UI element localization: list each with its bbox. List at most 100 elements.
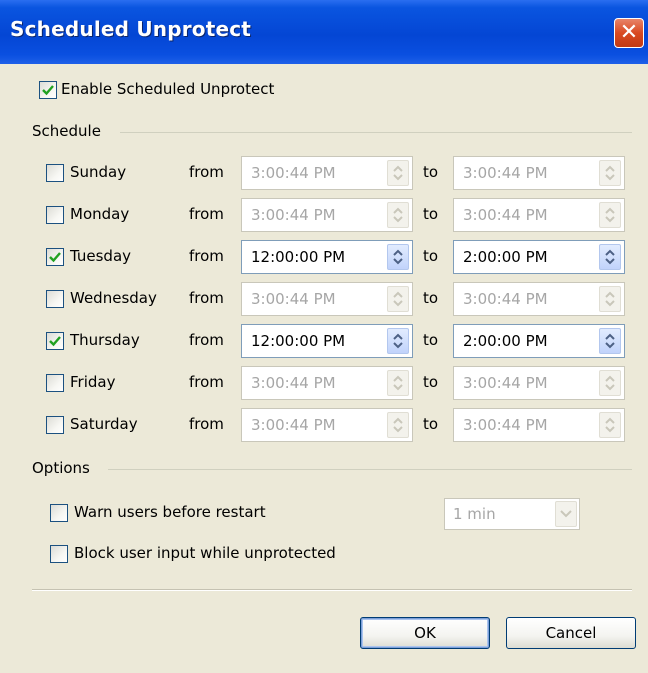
saturday-checkbox[interactable]	[46, 416, 64, 434]
warn-label[interactable]: Warn users before restart	[74, 503, 266, 521]
wednesday-from-value: 3:00:44 PM	[251, 290, 336, 308]
tuesday-label[interactable]: Tuesday	[70, 247, 131, 265]
friday-to-time[interactable]: 3:00:44 PM	[453, 366, 625, 400]
tuesday-to-value: 2:00:00 PM	[463, 248, 548, 266]
wednesday-to-value: 3:00:44 PM	[463, 290, 548, 308]
spin-arrows-icon	[605, 291, 615, 307]
tuesday-from-time[interactable]: 12:00:00 PM	[241, 240, 413, 274]
saturday-from-spinner[interactable]	[387, 412, 409, 438]
thursday-from-spinner[interactable]	[387, 328, 409, 354]
block-input-checkbox[interactable]	[50, 545, 68, 563]
thursday-label[interactable]: Thursday	[70, 331, 140, 349]
schedule-group-label: Schedule	[32, 122, 101, 140]
saturday-to-value: 3:00:44 PM	[463, 416, 548, 434]
title-bar[interactable]: Scheduled Unprotect ✕	[0, 0, 648, 64]
thursday-checkbox[interactable]	[46, 332, 64, 350]
monday-checkbox[interactable]	[46, 206, 64, 224]
friday-from-label: from	[189, 373, 224, 391]
tuesday-to-time[interactable]: 2:00:00 PM	[453, 240, 625, 274]
friday-to-value: 3:00:44 PM	[463, 374, 548, 392]
friday-from-value: 3:00:44 PM	[251, 374, 336, 392]
sunday-from-value: 3:00:44 PM	[251, 164, 336, 182]
spin-arrows-icon	[393, 207, 403, 223]
monday-to-label: to	[423, 205, 439, 223]
restart-delay-value: 1 min	[453, 505, 496, 523]
options-group-label: Options	[32, 459, 90, 477]
spin-arrows-icon	[605, 417, 615, 433]
thursday-to-spinner[interactable]	[599, 328, 621, 354]
thursday-to-time[interactable]: 2:00:00 PM	[453, 324, 625, 358]
enable-label[interactable]: Enable Scheduled Unprotect	[61, 80, 274, 98]
monday-to-value: 3:00:44 PM	[463, 206, 548, 224]
enable-checkbox[interactable]	[39, 81, 57, 99]
thursday-to-label: to	[423, 331, 439, 349]
friday-checkbox[interactable]	[46, 374, 64, 392]
wednesday-from-label: from	[189, 289, 224, 307]
monday-from-value: 3:00:44 PM	[251, 206, 336, 224]
friday-to-spinner[interactable]	[599, 370, 621, 396]
wednesday-to-spinner[interactable]	[599, 286, 621, 312]
wednesday-from-time[interactable]: 3:00:44 PM	[241, 282, 413, 316]
tuesday-to-spinner[interactable]	[599, 244, 621, 270]
checkmark-icon	[42, 85, 54, 96]
warn-checkbox[interactable]	[50, 504, 68, 522]
wednesday-to-label: to	[423, 289, 439, 307]
saturday-from-label: from	[189, 415, 224, 433]
ok-button[interactable]: OK	[360, 617, 490, 649]
spin-arrows-icon	[393, 375, 403, 391]
sunday-to-time[interactable]: 3:00:44 PM	[453, 156, 625, 190]
button-separator	[32, 589, 632, 591]
wednesday-checkbox[interactable]	[46, 290, 64, 308]
saturday-from-time[interactable]: 3:00:44 PM	[241, 408, 413, 442]
spin-arrows-icon	[605, 375, 615, 391]
dialog-window: Scheduled Unprotect ✕ Enable Scheduled U…	[0, 0, 648, 673]
cancel-button[interactable]: Cancel	[506, 617, 636, 649]
tuesday-to-label: to	[423, 247, 439, 265]
spin-arrows-icon	[393, 417, 403, 433]
close-icon: ✕	[619, 20, 639, 45]
thursday-to-value: 2:00:00 PM	[463, 332, 548, 350]
spin-arrows-icon	[393, 249, 403, 265]
spin-arrows-icon	[605, 333, 615, 349]
sunday-label[interactable]: Sunday	[70, 163, 126, 181]
thursday-from-time[interactable]: 12:00:00 PM	[241, 324, 413, 358]
monday-label[interactable]: Monday	[70, 205, 129, 223]
monday-to-spinner[interactable]	[599, 202, 621, 228]
sunday-checkbox[interactable]	[46, 164, 64, 182]
saturday-from-value: 3:00:44 PM	[251, 416, 336, 434]
wednesday-to-time[interactable]: 3:00:44 PM	[453, 282, 625, 316]
monday-from-spinner[interactable]	[387, 202, 409, 228]
spin-arrows-icon	[393, 165, 403, 181]
spin-arrows-icon	[605, 165, 615, 181]
thursday-from-label: from	[189, 331, 224, 349]
sunday-to-value: 3:00:44 PM	[463, 164, 548, 182]
friday-from-time[interactable]: 3:00:44 PM	[241, 366, 413, 400]
tuesday-from-label: from	[189, 247, 224, 265]
monday-from-time[interactable]: 3:00:44 PM	[241, 198, 413, 232]
friday-from-spinner[interactable]	[387, 370, 409, 396]
sunday-from-time[interactable]: 3:00:44 PM	[241, 156, 413, 190]
sunday-to-spinner[interactable]	[599, 160, 621, 186]
tuesday-from-spinner[interactable]	[387, 244, 409, 270]
close-button[interactable]: ✕	[614, 18, 644, 48]
options-divider	[108, 469, 632, 470]
wednesday-label[interactable]: Wednesday	[70, 289, 157, 307]
restart-delay-select[interactable]: 1 min	[444, 498, 580, 530]
block-input-label[interactable]: Block user input while unprotected	[74, 544, 336, 562]
tuesday-checkbox[interactable]	[46, 248, 64, 266]
sunday-from-label: from	[189, 163, 224, 181]
monday-from-label: from	[189, 205, 224, 223]
spin-arrows-icon	[393, 291, 403, 307]
sunday-to-label: to	[423, 163, 439, 181]
spin-arrows-icon	[605, 207, 615, 223]
friday-label[interactable]: Friday	[70, 373, 115, 391]
sunday-from-spinner[interactable]	[387, 160, 409, 186]
chevron-down-icon[interactable]	[555, 501, 577, 527]
wednesday-from-spinner[interactable]	[387, 286, 409, 312]
dialog-title: Scheduled Unprotect	[10, 17, 252, 41]
schedule-divider	[120, 132, 632, 133]
saturday-label[interactable]: Saturday	[70, 415, 138, 433]
monday-to-time[interactable]: 3:00:44 PM	[453, 198, 625, 232]
saturday-to-spinner[interactable]	[599, 412, 621, 438]
saturday-to-time[interactable]: 3:00:44 PM	[453, 408, 625, 442]
